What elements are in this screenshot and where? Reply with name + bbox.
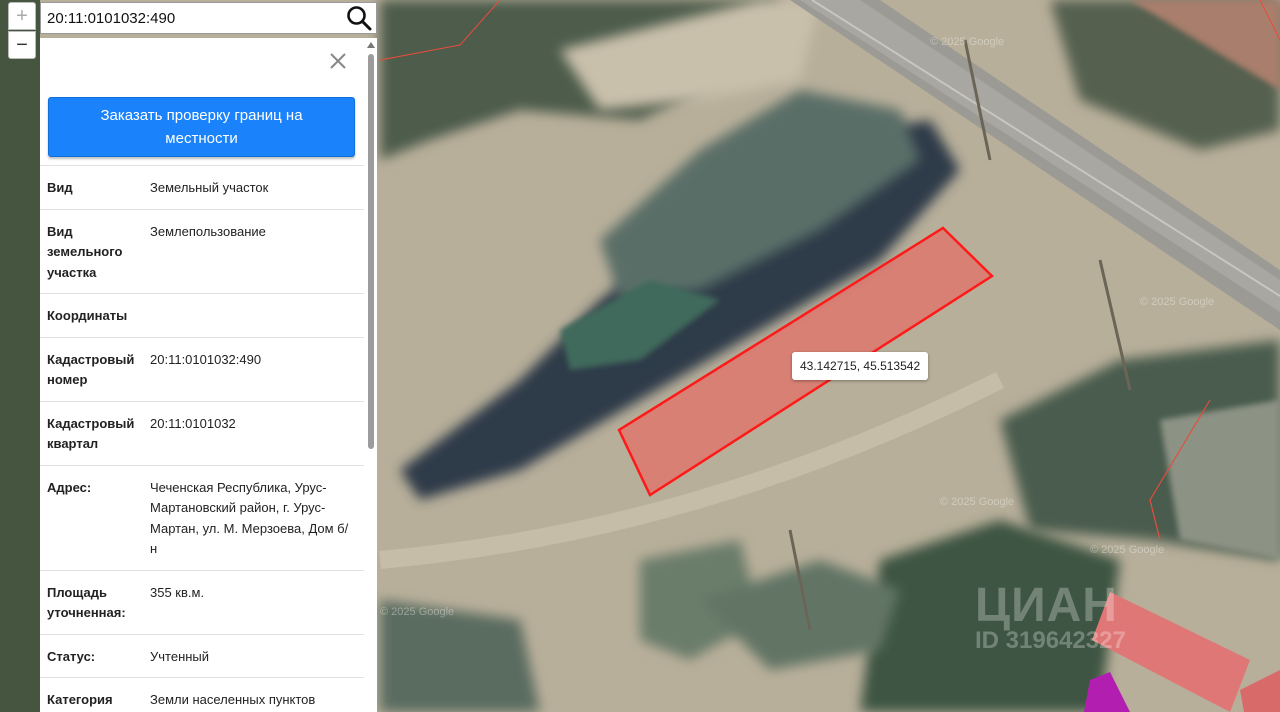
order-boundary-check-button[interactable]: Заказать проверку границ на местности [48, 97, 355, 157]
google-watermark: © 2025 Google [1140, 296, 1215, 308]
scroll-up-arrow-icon[interactable] [367, 42, 375, 48]
property-value [150, 306, 364, 327]
property-key: Координаты [47, 308, 128, 323]
coordinates-tooltip: 43.142715, 45.513542 [792, 352, 929, 380]
property-row: Вид земельного участка Землепользование [40, 210, 364, 294]
google-watermark: © 2025 Google [930, 36, 1005, 48]
property-row: Площадь уточненная: 355 кв.м. [40, 571, 364, 635]
zoom-out-button[interactable]: − [8, 31, 36, 59]
property-value: 355 кв.м. [150, 584, 205, 600]
property-key: Статус: [47, 648, 96, 664]
property-row: Адрес: Чеченская Республика, Урус-Мартан… [40, 466, 364, 571]
property-row: Координаты [40, 294, 364, 338]
property-value: Земельный участок [150, 180, 269, 195]
close-button[interactable] [327, 50, 349, 72]
property-key: Адрес: [47, 479, 92, 495]
scrollbar-thumb[interactable] [368, 54, 374, 449]
property-row: Категория земель Земли населенных пункто… [40, 678, 364, 712]
zoom-in-button[interactable]: + [8, 2, 36, 30]
property-row: Кадастровый квартал 20:11:0101032 [40, 402, 364, 466]
property-key: Площадь уточненная: [47, 584, 126, 621]
cian-watermark: ЦИАН ID 319642327 [975, 578, 1126, 655]
property-list: Вид Земельный участок Вид земельного уча… [40, 165, 364, 712]
property-value: 20:11:0101032:490 [150, 351, 262, 367]
property-value: Чеченская Республика, Урус-Мартановский … [150, 479, 349, 557]
google-watermark: © 2025 Google [380, 606, 455, 618]
property-key: Вид [47, 180, 73, 195]
search-input[interactable] [41, 4, 342, 32]
property-value: 20:11:0101032 [150, 415, 236, 431]
property-key: Категория земель [47, 692, 113, 707]
panel-scrollbar[interactable] [367, 42, 375, 712]
search-bar [40, 2, 377, 34]
property-value: Учтенный [150, 648, 210, 664]
property-row: Вид Земельный участок [40, 166, 364, 210]
property-key: Кадастровый номер [47, 351, 135, 388]
property-key: Кадастровый квартал [47, 415, 135, 452]
parcel-info-panel: Заказать проверку границ на местности Ви… [40, 38, 377, 712]
search-button[interactable] [342, 3, 376, 33]
property-value: Земли населенных пунктов [150, 692, 316, 707]
cian-watermark-id: ID 319642327 [975, 627, 1126, 654]
property-value: Землепользование [150, 223, 266, 239]
close-icon [330, 53, 346, 69]
google-watermark: © 2025 Google [1090, 544, 1165, 556]
property-row: Кадастровый номер 20:11:0101032:490 [40, 338, 364, 402]
cian-watermark-name: ЦИАН [975, 579, 1118, 632]
search-icon [347, 6, 372, 31]
google-watermark: © 2025 Google [940, 496, 1015, 508]
property-key: Вид земельного участка [47, 223, 123, 280]
property-row: Статус: Учтенный [40, 635, 364, 678]
